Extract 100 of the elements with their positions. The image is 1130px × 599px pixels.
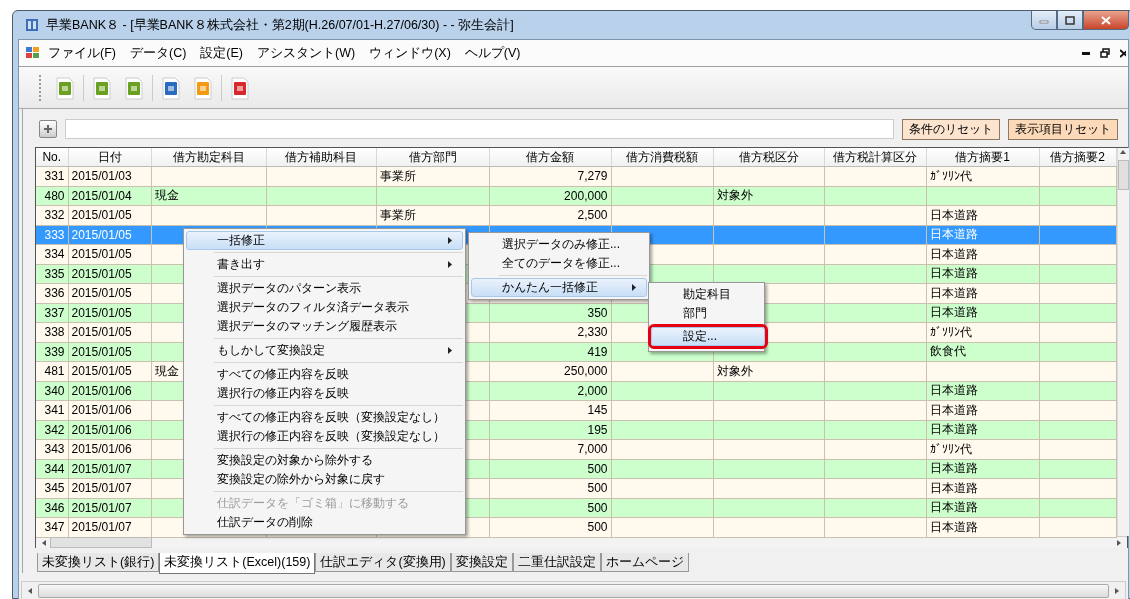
table-cell: ｶﾞｿﾘﾝ代 xyxy=(929,324,972,339)
table-cell: 500 xyxy=(587,520,608,535)
column-header[interactable]: 借方摘要2 xyxy=(1039,148,1116,167)
menu-item[interactable]: ヘルプ(V) xyxy=(457,42,528,64)
table-cell: 日本道路 xyxy=(929,461,978,476)
table-cell: 2,000 xyxy=(577,383,608,398)
minimize-icon[interactable] xyxy=(1082,51,1090,55)
column-header[interactable]: 借方税区分 xyxy=(713,148,824,167)
table-cell: 347 xyxy=(44,520,65,535)
table-cell: ｶﾞｿﾘﾝ代 xyxy=(929,441,972,456)
table-cell: 2015/01/05 xyxy=(71,305,132,320)
table-cell: 339 xyxy=(44,344,65,359)
table-cell: 195 xyxy=(587,422,608,437)
table-cell: 332 xyxy=(44,208,65,223)
table-cell: 対象外 xyxy=(716,363,753,378)
tab[interactable]: 未変換リスト(Excel)(159) xyxy=(159,553,316,574)
tab[interactable]: 二重仕訳設定 xyxy=(512,553,601,572)
table-cell: 2,330 xyxy=(577,325,608,340)
window-title: 早業BANK８ - [早業BANK８株式会社・第2期(H.26/07/01-H.27/06/30) - - 弥生会計] xyxy=(46,16,514,34)
column-header[interactable]: 日付 xyxy=(68,148,151,167)
table-cell: 350 xyxy=(587,305,608,320)
column-header[interactable]: No. xyxy=(36,148,68,167)
window-icon[interactable] xyxy=(25,46,41,60)
tab[interactable]: 仕訳エディタ(変換用) xyxy=(315,553,451,572)
column-header[interactable]: 借方金額 xyxy=(489,148,611,167)
table-cell: 2015/01/07 xyxy=(71,481,132,496)
table-cell: 日本道路 xyxy=(929,285,978,300)
reset-button[interactable]: 条件のリセット xyxy=(902,118,1000,140)
plus-icon[interactable] xyxy=(43,124,53,134)
table-cell: 日本道路 xyxy=(929,246,978,261)
table-cell: 現金 xyxy=(154,188,179,203)
maximize-icon[interactable] xyxy=(1065,15,1075,25)
table-cell: 日本道路 xyxy=(929,422,978,437)
table-cell: 340 xyxy=(44,383,65,398)
tab[interactable]: 変換設定 xyxy=(450,553,513,572)
menu-item[interactable]: 選択データのみ修正... xyxy=(471,235,647,254)
table-cell: 341 xyxy=(44,403,65,418)
menu-item[interactable]: すべての修正内容を反映 xyxy=(186,365,463,384)
table-cell: 2015/01/06 xyxy=(71,422,132,437)
table-cell: 2015/01/06 xyxy=(71,442,132,457)
table-row[interactable]: 331 2015/01/03 事業所 7,279 ｶﾞｿﾘﾝ代 xyxy=(36,166,1116,186)
column-header[interactable]: 借方税計算区分 xyxy=(824,148,926,167)
table-cell: 2015/01/06 xyxy=(71,383,132,398)
table-row[interactable]: 480 2015/01/04 現金 200,000 対象外 xyxy=(36,186,1116,206)
tab[interactable]: ホームページ xyxy=(600,553,689,572)
table-cell: 2015/01/05 xyxy=(71,266,132,281)
column-header[interactable]: 借方部門 xyxy=(376,148,489,167)
table-cell: 2015/01/05 xyxy=(71,325,132,340)
menu-item[interactable]: データ(C) xyxy=(122,42,194,64)
table-row[interactable]: 332 2015/01/05 事業所 2,500 日本道路 xyxy=(36,205,1116,225)
expand-button[interactable] xyxy=(39,120,57,138)
menu-item[interactable]: 全てのデータを修正... xyxy=(471,254,647,273)
table-cell: 日本道路 xyxy=(929,519,978,534)
table-cell: 342 xyxy=(44,422,65,437)
menu-item[interactable]: かんたん一括修正 xyxy=(471,278,647,297)
menu-item[interactable]: ウィンドウ(X) xyxy=(362,42,458,64)
reset-button[interactable]: 表示項目リセット xyxy=(1008,118,1118,140)
close-icon[interactable] xyxy=(1120,48,1126,58)
table-cell: 346 xyxy=(44,500,65,515)
minimize-button[interactable] xyxy=(1031,11,1057,30)
table-cell: 2015/01/05 xyxy=(71,208,132,223)
restore-icon[interactable] xyxy=(1100,48,1110,58)
tab[interactable]: 未変換リスト(銀行) xyxy=(37,553,160,572)
menu-item[interactable]: 書き出す xyxy=(186,255,463,274)
menu-item[interactable]: もしかして変換設定 xyxy=(186,341,463,360)
scroll-right-icon[interactable] xyxy=(1113,587,1121,595)
table-cell: 日本道路 xyxy=(929,305,978,320)
scroll-left-icon[interactable] xyxy=(26,587,34,595)
menu-item[interactable]: 部門 xyxy=(651,304,762,323)
menu-item[interactable]: 選択データのパターン表示 xyxy=(186,279,463,298)
column-header[interactable]: 借方摘要1 xyxy=(926,148,1039,167)
maximize-button[interactable] xyxy=(1057,11,1083,30)
table-cell: 7,279 xyxy=(577,169,608,184)
column-header[interactable]: 借方消費税額 xyxy=(611,148,713,167)
table-cell: 335 xyxy=(44,266,65,281)
table-cell: 事業所 xyxy=(379,207,416,222)
table-cell: 2,500 xyxy=(577,208,608,223)
table-cell: 331 xyxy=(44,169,65,184)
table-cell: 480 xyxy=(44,188,65,203)
table-cell: 日本道路 xyxy=(929,266,978,281)
scroll-left-icon[interactable] xyxy=(40,538,48,547)
scroll-up-icon[interactable] xyxy=(1119,148,1127,156)
table-cell: 500 xyxy=(587,500,608,515)
menu-item[interactable]: 設定... xyxy=(651,327,765,346)
table-cell: 日本道路 xyxy=(929,500,978,515)
menu-item[interactable]: 選択行の修正内容を反映 xyxy=(186,384,463,403)
table-cell: 344 xyxy=(44,461,65,476)
menu-item[interactable]: 勘定科目 xyxy=(651,285,762,304)
menu-item[interactable]: 一括修正 xyxy=(186,231,463,250)
column-header[interactable]: 借方補助科目 xyxy=(266,148,376,167)
menu-item[interactable]: 設定(E) xyxy=(193,42,250,64)
table-cell: 飲食代 xyxy=(929,344,966,359)
menu-item[interactable]: アシスタント(W) xyxy=(250,42,363,64)
table-cell: 2015/01/07 xyxy=(71,520,132,535)
table-cell: 2015/01/07 xyxy=(71,500,132,515)
table-cell: 日本道路 xyxy=(929,227,978,242)
column-header[interactable]: 借方勘定科目 xyxy=(151,148,266,167)
menu-item[interactable]: ファイル(F) xyxy=(41,42,123,64)
close-button[interactable] xyxy=(1083,11,1129,30)
scroll-right-icon[interactable] xyxy=(1115,538,1123,547)
